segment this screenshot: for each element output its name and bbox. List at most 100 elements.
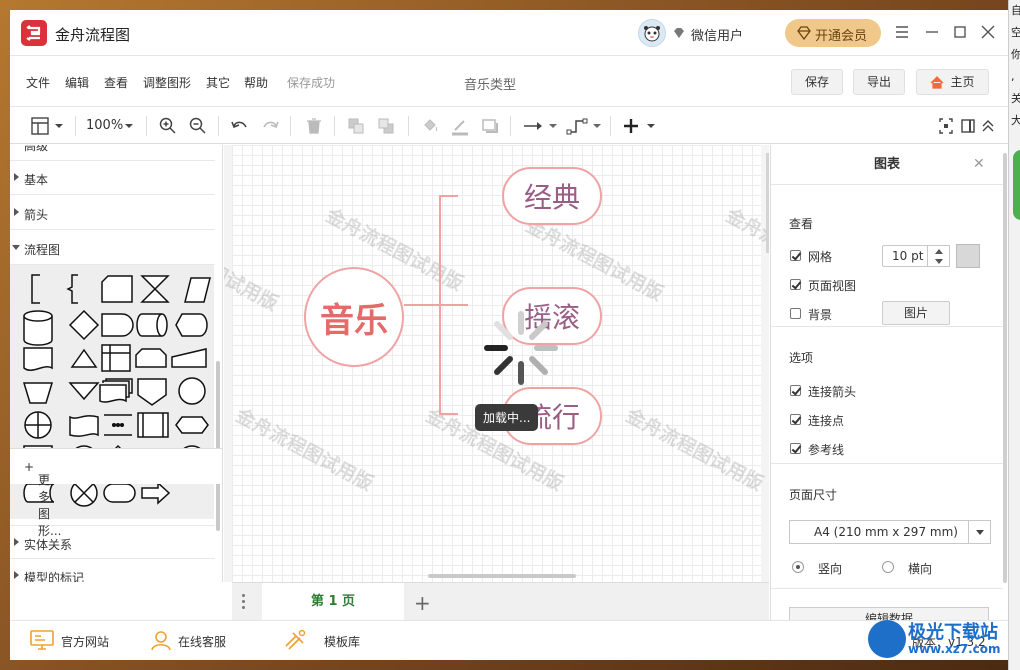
diagram-canvas[interactable]: 金舟流程图试用版 金舟流程图试用版 金舟流程图试用版 金舟流程图试用版 金舟流程…	[224, 145, 769, 582]
to-front-icon[interactable]	[346, 116, 366, 136]
connection-arrows-checkbox[interactable]	[790, 385, 801, 396]
zoom-out-icon[interactable]	[188, 116, 208, 136]
more-shapes-button[interactable]: + 更多图形...	[10, 448, 223, 538]
page-tab-1[interactable]: 第 1 页	[262, 583, 404, 621]
shape-off-page-ref[interactable]	[137, 378, 167, 406]
category-arrows[interactable]: 箭头	[10, 196, 215, 230]
shape-direct-data[interactable]	[136, 313, 168, 337]
online-support-link[interactable]: 在线客服	[178, 633, 226, 650]
home-button[interactable]: 主页	[916, 69, 989, 95]
shape-delay[interactable]	[101, 313, 134, 337]
landscape-radio[interactable]	[882, 561, 894, 573]
menu-adjust-shape[interactable]: 调整图形	[143, 74, 191, 91]
chevron-down-icon	[968, 521, 990, 543]
canvas-horizontal-scrollbar[interactable]	[428, 574, 576, 578]
menu-other[interactable]: 其它	[206, 74, 230, 91]
page-size-select[interactable]: A4 (210 mm x 297 mm)	[789, 520, 991, 544]
shape-preparation[interactable]	[175, 416, 209, 434]
shape-predefined-process[interactable]	[137, 412, 169, 438]
shape-database[interactable]	[23, 310, 53, 346]
undo-icon[interactable]	[230, 116, 250, 136]
insert-plus-icon[interactable]	[622, 116, 658, 136]
menu-help[interactable]: 帮助	[244, 74, 268, 91]
shape-paper-tape[interactable]	[69, 415, 99, 437]
fill-color-icon[interactable]	[420, 116, 440, 136]
grid-size-stepper[interactable]	[928, 245, 950, 267]
left-panel-scrollbar[interactable]	[216, 361, 220, 531]
zoom-level[interactable]: 100%	[86, 118, 123, 133]
shape-multi-document[interactable]	[99, 378, 133, 403]
connection-arrow-icon[interactable]	[522, 116, 558, 136]
grid-size-input[interactable]: 10 pt	[882, 245, 928, 267]
shape-decision[interactable]	[68, 309, 100, 341]
shape-document[interactable]	[23, 347, 53, 371]
shape-annotation-1[interactable]	[31, 274, 40, 304]
waypoints-icon[interactable]	[566, 116, 602, 136]
shape-display[interactable]	[175, 313, 208, 337]
shape-merge[interactable]	[68, 382, 100, 401]
fullscreen-icon[interactable]	[938, 116, 954, 136]
maximize-icon[interactable]	[950, 22, 970, 42]
format-panel-toggle-icon[interactable]	[30, 116, 64, 136]
shape-loop-limit[interactable]	[135, 348, 167, 368]
category-label: 箭头	[24, 208, 49, 222]
add-page-icon[interactable]: +	[414, 591, 431, 615]
grid-checkbox[interactable]	[790, 250, 801, 261]
shape-extract[interactable]	[70, 348, 98, 368]
child-node-classic[interactable]: 经典	[502, 167, 602, 225]
user-avatar[interactable]	[638, 19, 666, 47]
shadow-icon[interactable]	[480, 116, 500, 136]
background-checkbox[interactable]	[790, 308, 801, 319]
shape-internal-storage[interactable]	[101, 344, 131, 372]
category-advanced[interactable]: 高级	[10, 145, 215, 161]
page-menu-icon[interactable]	[242, 594, 245, 612]
zoom-in-icon[interactable]	[158, 116, 178, 136]
menu-view[interactable]: 查看	[104, 74, 128, 91]
root-node[interactable]: 音乐	[304, 267, 404, 367]
shape-manual-operation[interactable]	[22, 382, 54, 404]
category-basic[interactable]: 基本	[10, 161, 215, 195]
guides-checkbox[interactable]	[790, 443, 801, 454]
menu-edit[interactable]: 编辑	[65, 74, 89, 91]
grid-color-swatch[interactable]	[956, 244, 980, 268]
redo-icon[interactable]	[260, 116, 280, 136]
shape-manual-input[interactable]	[171, 348, 207, 368]
portrait-radio[interactable]	[792, 561, 804, 573]
shape-arrow[interactable]	[141, 481, 171, 505]
zoom-dropdown-icon[interactable]	[123, 116, 135, 136]
panel-toggle-icon[interactable]	[960, 116, 976, 136]
menu-file[interactable]: 文件	[26, 74, 50, 91]
category-label: 流程图	[24, 243, 61, 257]
shape-predefined-process-dots[interactable]	[104, 414, 132, 436]
save-button[interactable]: 保存	[791, 69, 843, 95]
shape-collate[interactable]	[140, 275, 170, 303]
shape-terminator[interactable]	[103, 483, 136, 503]
vip-button[interactable]: 开通会员	[785, 19, 881, 47]
shape-data[interactable]	[184, 277, 211, 303]
connection-points-checkbox[interactable]	[790, 414, 801, 425]
shape-card[interactable]	[101, 275, 133, 303]
user-name[interactable]: 微信用户	[691, 25, 743, 44]
official-website-link[interactable]: 官方网站	[61, 633, 109, 650]
menu-icon[interactable]	[892, 22, 912, 42]
title-bar: 金舟流程图 微信用户 开通会员	[10, 10, 1008, 56]
close-panel-icon[interactable]: ✕	[973, 156, 985, 172]
template-library-link[interactable]: 模板库	[324, 633, 360, 650]
shape-summing-junction[interactable]	[24, 411, 52, 439]
format-panel-scrollbar[interactable]	[1003, 153, 1007, 583]
category-model-markup[interactable]: 模型的标记	[10, 559, 215, 582]
close-icon[interactable]	[978, 22, 998, 42]
to-back-icon[interactable]	[376, 116, 396, 136]
collapse-icon[interactable]	[980, 116, 996, 136]
background-image-button[interactable]: 图片	[882, 301, 950, 325]
canvas-vertical-scrollbar[interactable]	[766, 153, 769, 253]
shape-annotation-2[interactable]	[66, 274, 78, 304]
minimize-icon[interactable]	[922, 22, 942, 42]
document-title[interactable]: 音乐类型	[464, 74, 516, 93]
delete-icon[interactable]	[304, 116, 324, 136]
export-button[interactable]: 导出	[853, 69, 905, 95]
page-view-checkbox[interactable]	[790, 279, 801, 290]
shape-or[interactable]	[178, 377, 206, 405]
category-flowchart[interactable]: 流程图	[10, 231, 215, 265]
line-color-icon[interactable]	[450, 116, 470, 136]
